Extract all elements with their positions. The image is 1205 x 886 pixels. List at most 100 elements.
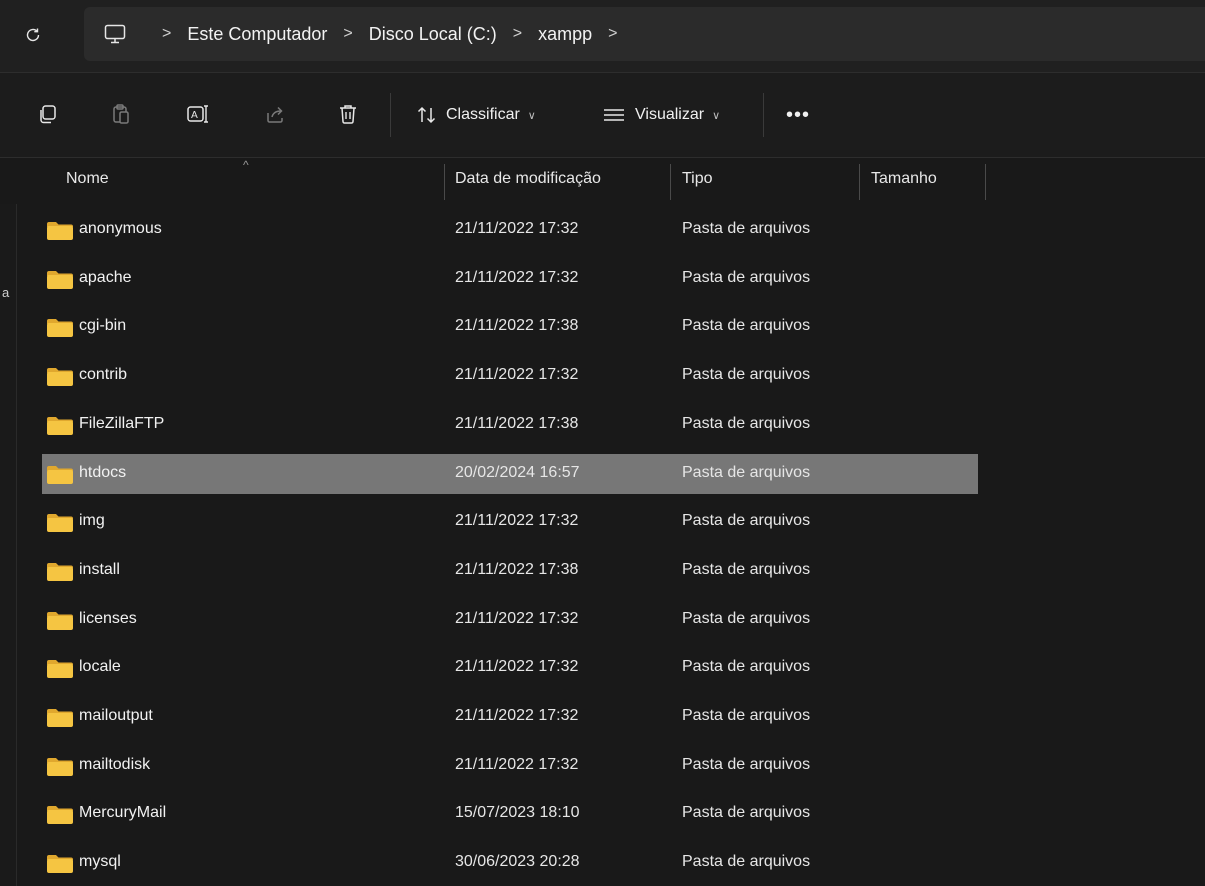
file-date: 21/11/2022 17:32	[455, 512, 579, 529]
file-date: 15/07/2023 18:10	[455, 804, 580, 821]
file-type: Pasta de arquivos	[682, 561, 811, 578]
file-name: FileZillaFTP	[79, 415, 165, 432]
file-date: 21/11/2022 17:32	[455, 610, 579, 627]
file-date: 21/11/2022 17:38	[455, 415, 579, 432]
file-type: Pasta de arquivos	[682, 658, 811, 675]
more-options-button[interactable]: •••	[786, 101, 810, 129]
table-row[interactable]: install 21/11/2022 17:38 Pasta de arquivos	[42, 551, 978, 591]
column-header-size[interactable]: Tamanho	[871, 170, 937, 188]
folder-icon	[47, 514, 73, 532]
breadcrumb-separator[interactable]: >	[608, 25, 617, 43]
folder-icon	[47, 319, 73, 337]
address-box[interactable]: > Este Computador > Disco Local (C:) > x…	[84, 7, 1205, 61]
file-type: Pasta de arquivos	[682, 220, 811, 237]
file-name: cgi-bin	[79, 317, 127, 334]
table-row[interactable]: mailtodisk 21/11/2022 17:32 Pasta de arqui…	[42, 746, 978, 786]
table-row[interactable]: MercuryMail 15/07/2023 18:10 Pasta de arqu…	[42, 794, 978, 834]
file-type: Pasta de arquivos	[682, 512, 811, 529]
delete-button[interactable]	[333, 99, 363, 129]
file-date: 21/11/2022 17:32	[455, 366, 579, 383]
table-row[interactable]: apache 21/11/2022 17:32 Pasta de arquivos	[42, 259, 978, 299]
table-row[interactable]: FileZillaFTP 21/11/2022 17:38 Pasta de arq…	[42, 405, 978, 445]
navigation-pane-edge	[0, 158, 17, 886]
column-divider[interactable]	[985, 164, 986, 200]
file-name: contrib	[79, 366, 128, 383]
column-divider[interactable]	[670, 164, 671, 200]
breadcrumb-separator[interactable]: >	[343, 25, 352, 43]
file-name: licenses	[79, 610, 137, 627]
share-button[interactable]	[260, 99, 290, 129]
computer-icon[interactable]	[102, 22, 128, 46]
file-name: img	[79, 512, 105, 529]
file-name: MercuryMail	[79, 804, 167, 821]
breadcrumb-disco-local[interactable]: Disco Local (C:)	[369, 24, 497, 45]
folder-icon	[47, 855, 73, 873]
copy-button[interactable]	[33, 99, 63, 129]
file-date: 21/11/2022 17:32	[455, 658, 579, 675]
column-header-date[interactable]: Data de modificação	[455, 170, 601, 188]
table-row[interactable]: cgi-bin 21/11/2022 17:38 Pasta de arquivos	[42, 307, 978, 347]
folder-icon	[47, 271, 73, 289]
folder-icon	[47, 806, 73, 824]
file-date: 21/11/2022 17:32	[455, 269, 579, 286]
sort-ascending-indicator: ^	[243, 158, 249, 172]
file-date: 21/11/2022 17:38	[455, 561, 579, 578]
rename-button[interactable]: A	[183, 99, 213, 129]
folder-icon	[47, 563, 73, 581]
file-date: 21/11/2022 17:32	[455, 220, 579, 237]
copy-icon	[40, 105, 56, 124]
breadcrumb-xampp[interactable]: xampp	[538, 24, 592, 45]
table-row[interactable]: contrib 21/11/2022 17:32 Pasta de arquivos	[42, 356, 978, 396]
column-header-name[interactable]: Nome	[66, 170, 109, 188]
column-header-type[interactable]: Tipo	[682, 170, 713, 188]
file-name: htdocs	[79, 464, 127, 481]
command-bar: A Classificar ∨ Visualizar ∨ •••	[0, 72, 1205, 158]
file-type: Pasta de arquivos	[682, 464, 811, 481]
file-type: Pasta de arquivos	[682, 756, 811, 773]
chevron-down-icon: ∨	[712, 109, 721, 122]
sort-arrows-icon	[417, 106, 436, 124]
toolbar-divider	[390, 93, 391, 137]
refresh-button[interactable]	[18, 20, 48, 50]
folder-icon	[47, 612, 73, 630]
folder-icon	[47, 222, 73, 240]
refresh-icon	[26, 28, 40, 42]
table-row[interactable]: img 21/11/2022 17:32 Pasta de arquivos	[42, 502, 978, 542]
file-name: mailtodisk	[79, 756, 151, 773]
file-type: Pasta de arquivos	[682, 804, 811, 821]
folder-icon	[47, 709, 73, 727]
address-bar-row: > Este Computador > Disco Local (C:) > x…	[0, 0, 1205, 72]
file-date: 21/11/2022 17:32	[455, 756, 579, 773]
table-row[interactable]: anonymous 21/11/2022 17:32 Pasta de arquiv…	[42, 210, 978, 250]
table-row[interactable]: licenses 21/11/2022 17:32 Pasta de arquivo…	[42, 600, 978, 640]
file-name: locale	[79, 658, 121, 675]
sort-menu-button[interactable]: Classificar ∨	[416, 101, 536, 129]
table-row[interactable]: htdocs 20/02/2024 16:57 Pasta de arquivos	[42, 454, 978, 494]
file-date: 21/11/2022 17:38	[455, 317, 579, 334]
column-divider[interactable]	[859, 164, 860, 200]
column-divider[interactable]	[444, 164, 445, 200]
table-row[interactable]: mailoutput 21/11/2022 17:32 Pasta de arqui…	[42, 697, 978, 737]
file-explorer-window: > Este Computador > Disco Local (C:) > x…	[0, 0, 1205, 886]
view-menu-button[interactable]: Visualizar ∨	[601, 101, 720, 129]
file-name: apache	[79, 269, 132, 286]
folder-icon	[47, 466, 73, 484]
paste-button[interactable]	[106, 99, 136, 129]
folder-icon	[47, 368, 73, 386]
breadcrumb-separator[interactable]: >	[162, 25, 171, 43]
share-icon	[267, 106, 283, 123]
rename-icon: A	[187, 105, 208, 123]
toolbar-divider	[763, 93, 764, 137]
table-row[interactable]: locale 21/11/2022 17:32 Pasta de arquivos	[42, 648, 978, 688]
file-type: Pasta de arquivos	[682, 853, 811, 870]
file-name: mysql	[79, 853, 121, 870]
file-type: Pasta de arquivos	[682, 366, 811, 383]
folder-icon	[47, 660, 73, 678]
folder-icon	[47, 417, 73, 435]
file-type: Pasta de arquivos	[682, 707, 811, 724]
file-date: 30/06/2023 20:28	[455, 853, 580, 870]
breadcrumb-separator[interactable]: >	[513, 25, 522, 43]
breadcrumb-este-computador[interactable]: Este Computador	[187, 24, 327, 45]
nav-pane-clipped-text: a	[2, 285, 10, 300]
table-row[interactable]: mysql 30/06/2023 20:28 Pasta de arquivos	[42, 843, 978, 883]
